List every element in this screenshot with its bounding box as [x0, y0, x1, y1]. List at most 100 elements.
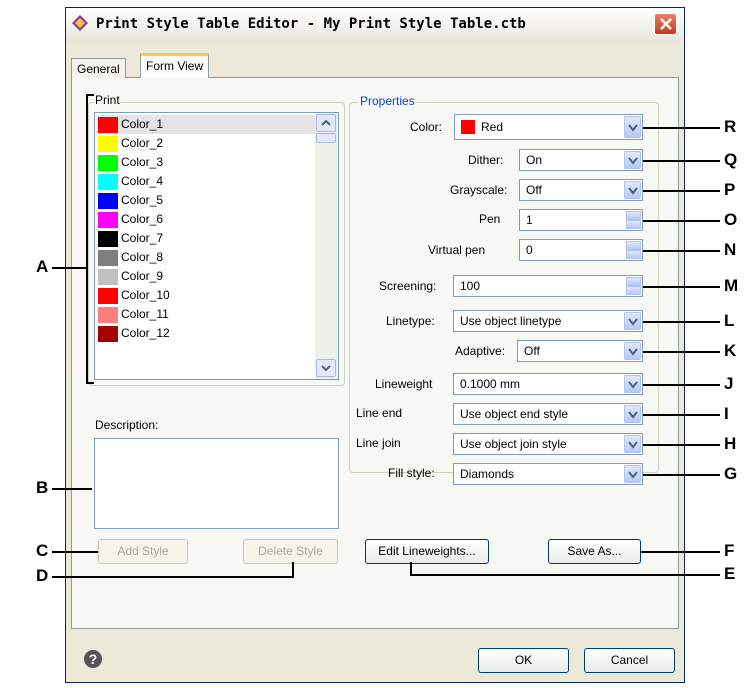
pen-spinner[interactable]: 1 — [519, 209, 643, 231]
fill-style-select[interactable]: Diamonds — [453, 463, 643, 485]
spin-down-icon[interactable] — [626, 250, 641, 259]
linetype-select[interactable]: Use object linetype — [453, 310, 643, 332]
chevron-down-icon — [628, 124, 638, 132]
dither-select[interactable]: On — [519, 149, 643, 171]
line-join-select[interactable]: Use object join style — [453, 433, 643, 455]
delete-style-button[interactable]: Delete Style — [243, 539, 338, 564]
help-icon[interactable]: ? — [84, 650, 102, 668]
color-swatch — [98, 231, 118, 247]
callout-line-f — [641, 551, 720, 553]
spin-up-icon[interactable] — [626, 277, 641, 286]
virtual-pen-spinner[interactable]: 0 — [519, 239, 643, 261]
chevron-down-icon — [628, 348, 638, 356]
fill-style-label: Fill style: — [388, 466, 435, 480]
dropdown-button[interactable] — [624, 405, 641, 423]
list-item[interactable]: Color_12 — [97, 324, 317, 343]
callout-d: D — [36, 566, 49, 585]
dropdown-button[interactable] — [624, 181, 641, 199]
app-icon — [71, 14, 89, 32]
color-select[interactable]: Red — [454, 114, 643, 140]
dropdown-button[interactable] — [624, 465, 641, 483]
callout-line-c — [52, 551, 98, 553]
callout-line-j — [643, 384, 720, 386]
color-swatch — [98, 288, 118, 304]
spin-down-icon[interactable] — [626, 286, 641, 295]
scroll-thumb[interactable] — [316, 133, 336, 143]
chevron-down-icon — [321, 365, 331, 372]
screening-label: Screening: — [379, 279, 437, 293]
adaptive-label: Adaptive: — [455, 344, 506, 358]
scroll-down-button[interactable] — [316, 359, 336, 377]
spin-up-icon[interactable] — [626, 241, 641, 250]
callout-line-e — [412, 574, 720, 576]
chevron-down-icon — [628, 381, 638, 389]
virtual-pen-label: Virtual pen — [428, 243, 486, 257]
list-item[interactable]: Color_9 — [97, 267, 317, 286]
callout-line-n — [643, 250, 720, 252]
list-item[interactable]: Color_3 — [97, 153, 317, 172]
list-item[interactable]: Color_8 — [97, 248, 317, 267]
line-end-select[interactable]: Use object end style — [453, 403, 643, 425]
dropdown-button[interactable] — [624, 116, 641, 138]
dropdown-button[interactable] — [624, 342, 641, 360]
line-end-label: Line end — [356, 406, 403, 420]
lineweight-select[interactable]: 0.1000 mm — [453, 373, 643, 395]
spin-down-icon[interactable] — [626, 220, 641, 229]
list-scrollbar[interactable] — [315, 113, 338, 379]
tab-form-view[interactable]: Form View — [140, 53, 210, 78]
color-swatch — [98, 117, 118, 133]
callout-line-k — [643, 351, 720, 353]
dropdown-button[interactable] — [624, 375, 641, 393]
color-swatch — [98, 307, 118, 323]
dropdown-button[interactable] — [624, 151, 641, 169]
list-item[interactable]: Color_1 — [97, 115, 317, 134]
callout-line-r — [643, 127, 720, 129]
description-textarea[interactable] — [94, 438, 339, 529]
callout-bracket-a — [86, 94, 88, 384]
list-item[interactable]: Color_5 — [97, 191, 317, 210]
callout-line-i — [643, 414, 720, 416]
dropdown-button[interactable] — [624, 435, 641, 453]
scroll-up-button[interactable] — [316, 114, 336, 132]
ok-button[interactable]: OK — [478, 648, 569, 673]
add-style-button[interactable]: Add Style — [98, 539, 188, 564]
grayscale-select[interactable]: Off — [519, 179, 643, 201]
callout-i: I — [724, 404, 729, 423]
adaptive-select[interactable]: Off — [517, 340, 643, 362]
line-join-label: Line join — [356, 436, 401, 450]
chevron-down-icon — [628, 318, 638, 326]
edit-lineweights-button[interactable]: Edit Lineweights... — [365, 539, 489, 564]
properties-label: Properties — [358, 94, 417, 108]
dropdown-button[interactable] — [624, 312, 641, 330]
list-item[interactable]: Color_11 — [97, 305, 317, 324]
lineweight-label: Lineweight — [375, 377, 433, 391]
pen-label: Pen — [479, 212, 501, 226]
list-item[interactable]: Color_6 — [97, 210, 317, 229]
close-button[interactable] — [654, 13, 677, 35]
callout-line-p — [643, 190, 720, 192]
callout-r: R — [724, 117, 737, 136]
spin-up-icon[interactable] — [626, 211, 641, 220]
color-swatch — [98, 155, 118, 171]
save-as-button[interactable]: Save As... — [548, 539, 641, 564]
screening-spinner[interactable]: 100 — [453, 275, 643, 297]
description-label: Description: — [95, 418, 159, 432]
list-item[interactable]: Color_7 — [97, 229, 317, 248]
callout-m: M — [724, 276, 739, 295]
color-swatch — [98, 269, 118, 285]
list-item[interactable]: Color_10 — [97, 286, 317, 305]
callout-q: Q — [724, 150, 738, 169]
title-bar: Print Style Table Editor - My Print Styl… — [66, 8, 684, 42]
chevron-up-icon — [321, 119, 331, 126]
linetype-label: Linetype: — [386, 314, 435, 328]
list-item[interactable]: Color_4 — [97, 172, 317, 191]
cancel-button[interactable]: Cancel — [584, 648, 675, 673]
callout-k: K — [724, 341, 737, 360]
print-label: Print — [95, 93, 120, 107]
callout-line-o — [643, 220, 720, 222]
chevron-down-icon — [628, 411, 638, 419]
tab-general[interactable]: General — [71, 58, 126, 78]
callout-bracket-a-top — [86, 94, 94, 96]
list-item[interactable]: Color_2 — [97, 134, 317, 153]
print-style-list[interactable]: Color_1 Color_2 Color_3 Color_4 Color_5 … — [94, 112, 339, 380]
